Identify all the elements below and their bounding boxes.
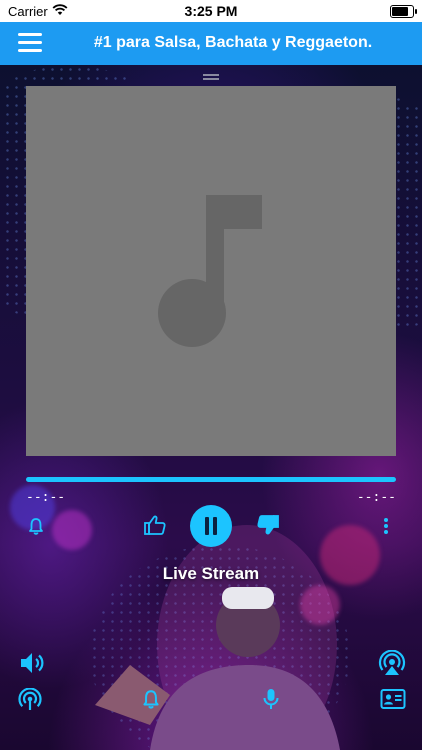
elapsed-time: --:-- <box>26 490 66 505</box>
bell-icon[interactable] <box>26 516 46 541</box>
battery-fill <box>392 7 409 16</box>
progress-fill <box>26 477 396 482</box>
total-time: --:-- <box>356 490 396 505</box>
status-bar: Carrier 3:25 PM <box>0 0 422 22</box>
album-art <box>26 86 396 456</box>
broadcast-icon[interactable] <box>18 687 42 717</box>
drag-handle-icon[interactable] <box>203 74 219 82</box>
battery-icon <box>390 5 417 18</box>
pause-button[interactable] <box>190 505 232 547</box>
more-vertical-icon[interactable] <box>382 517 390 540</box>
microphone-icon[interactable] <box>261 687 281 716</box>
stream-title: Live Stream <box>162 564 260 583</box>
thumbs-down-icon[interactable] <box>256 514 280 541</box>
music-note-icon <box>158 195 262 347</box>
speaker-icon[interactable] <box>18 650 46 681</box>
pause-icon <box>213 517 217 535</box>
alarm-bell-icon[interactable] <box>140 688 162 715</box>
status-time: 3:25 PM <box>184 3 238 19</box>
pause-icon <box>205 517 209 535</box>
nav-bar: #1 para Salsa, Bachata y Reggaeton. <box>0 22 422 65</box>
airplay-icon[interactable] <box>378 649 406 681</box>
thumbs-up-icon[interactable] <box>143 514 167 541</box>
hamburger-menu-icon[interactable] <box>18 31 44 55</box>
contact-card-icon[interactable] <box>380 688 406 715</box>
station-title: #1 para Salsa, Bachata y Reggaeton. <box>93 34 373 51</box>
progress-bar[interactable] <box>26 477 396 482</box>
